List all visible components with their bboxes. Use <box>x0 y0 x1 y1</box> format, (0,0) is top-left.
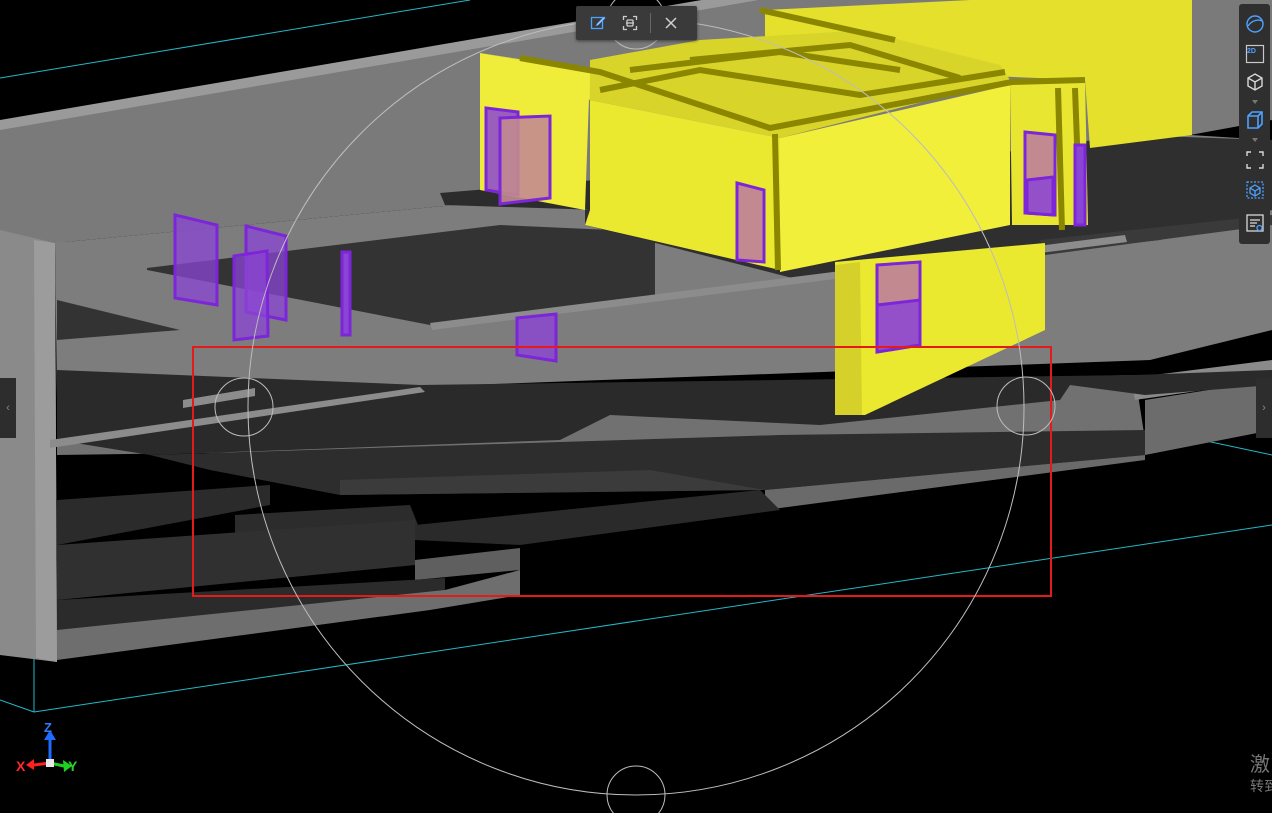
section-box-icon <box>1245 180 1264 199</box>
expand-arrow-icon[interactable] <box>1252 100 1258 104</box>
scan-button[interactable] <box>614 6 646 40</box>
expand-arrow-icon[interactable] <box>1252 138 1258 142</box>
box-icon <box>1246 110 1263 129</box>
right-panel-toggle[interactable]: › <box>1256 378 1272 438</box>
edit-button[interactable] <box>582 6 614 40</box>
scan-icon <box>622 15 638 31</box>
axis-y-label: Y <box>68 758 78 774</box>
axis-x-label: X <box>16 758 26 774</box>
activation-watermark-title: 激 <box>1250 754 1270 776</box>
3d-cube-icon <box>1246 72 1263 91</box>
view-2d-button[interactable]: 2D <box>1241 40 1268 67</box>
properties-button[interactable] <box>1241 209 1268 236</box>
toolbar-divider <box>650 13 651 33</box>
view-toolbar: 2D <box>1239 4 1270 244</box>
left-panel-toggle[interactable]: ‹ <box>0 378 16 438</box>
chevron-right-icon: › <box>1262 402 1266 414</box>
close-icon <box>665 17 677 29</box>
activation-watermark-subtitle: 转到 <box>1250 778 1272 794</box>
3d-viewport[interactable] <box>0 0 1272 813</box>
fullscreen-button[interactable] <box>1241 146 1268 173</box>
view-2d-label: 2D <box>1247 48 1256 55</box>
view-3d-button[interactable] <box>1241 68 1268 95</box>
orbit-icon <box>1245 14 1264 33</box>
edit-icon <box>590 16 606 30</box>
section-box-button[interactable] <box>1241 176 1268 203</box>
chevron-left-icon: ‹ <box>6 402 10 414</box>
orbit-button[interactable] <box>1241 10 1268 37</box>
fullscreen-icon <box>1245 150 1264 169</box>
box-view-button[interactable] <box>1241 106 1268 133</box>
close-button[interactable] <box>655 6 687 40</box>
axis-z-label: Z <box>44 720 52 735</box>
floating-toolbar <box>576 6 697 40</box>
properties-icon <box>1245 213 1264 232</box>
